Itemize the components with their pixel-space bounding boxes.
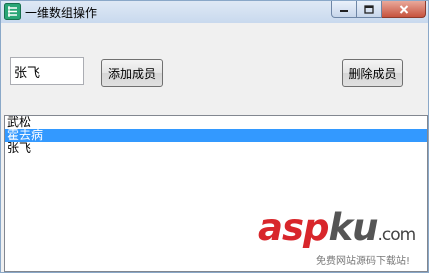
watermark: aspku.com 免费网站源码下载站! xyxy=(256,206,428,272)
maximize-icon xyxy=(364,4,374,14)
watermark-logo-b: ku xyxy=(328,206,378,249)
window-title: 一维数组操作 xyxy=(25,6,98,20)
list-item[interactable]: 张飞 xyxy=(5,142,427,155)
watermark-logo: aspku.com xyxy=(258,206,416,249)
watermark-subtitle: 免费网站源码下载站! xyxy=(316,256,411,267)
watermark-logo-a: asp xyxy=(258,206,329,249)
close-icon xyxy=(399,4,408,14)
add-member-button[interactable]: 添加成员 xyxy=(101,59,163,87)
delete-member-button[interactable]: 删除成员 xyxy=(342,59,403,87)
app-grid-icon xyxy=(4,3,21,20)
window-controls xyxy=(331,1,426,18)
close-button[interactable] xyxy=(382,1,426,18)
title-bar[interactable]: 一维数组操作 xyxy=(1,1,428,23)
list-item-selected[interactable]: 霍去病 xyxy=(5,129,427,142)
name-input[interactable] xyxy=(10,57,84,85)
watermark-logo-c: .com xyxy=(377,225,416,245)
minimize-button[interactable] xyxy=(331,1,357,18)
list-item[interactable]: 武松 xyxy=(5,116,427,129)
minimize-icon xyxy=(340,10,348,12)
maximize-button[interactable] xyxy=(357,1,382,18)
